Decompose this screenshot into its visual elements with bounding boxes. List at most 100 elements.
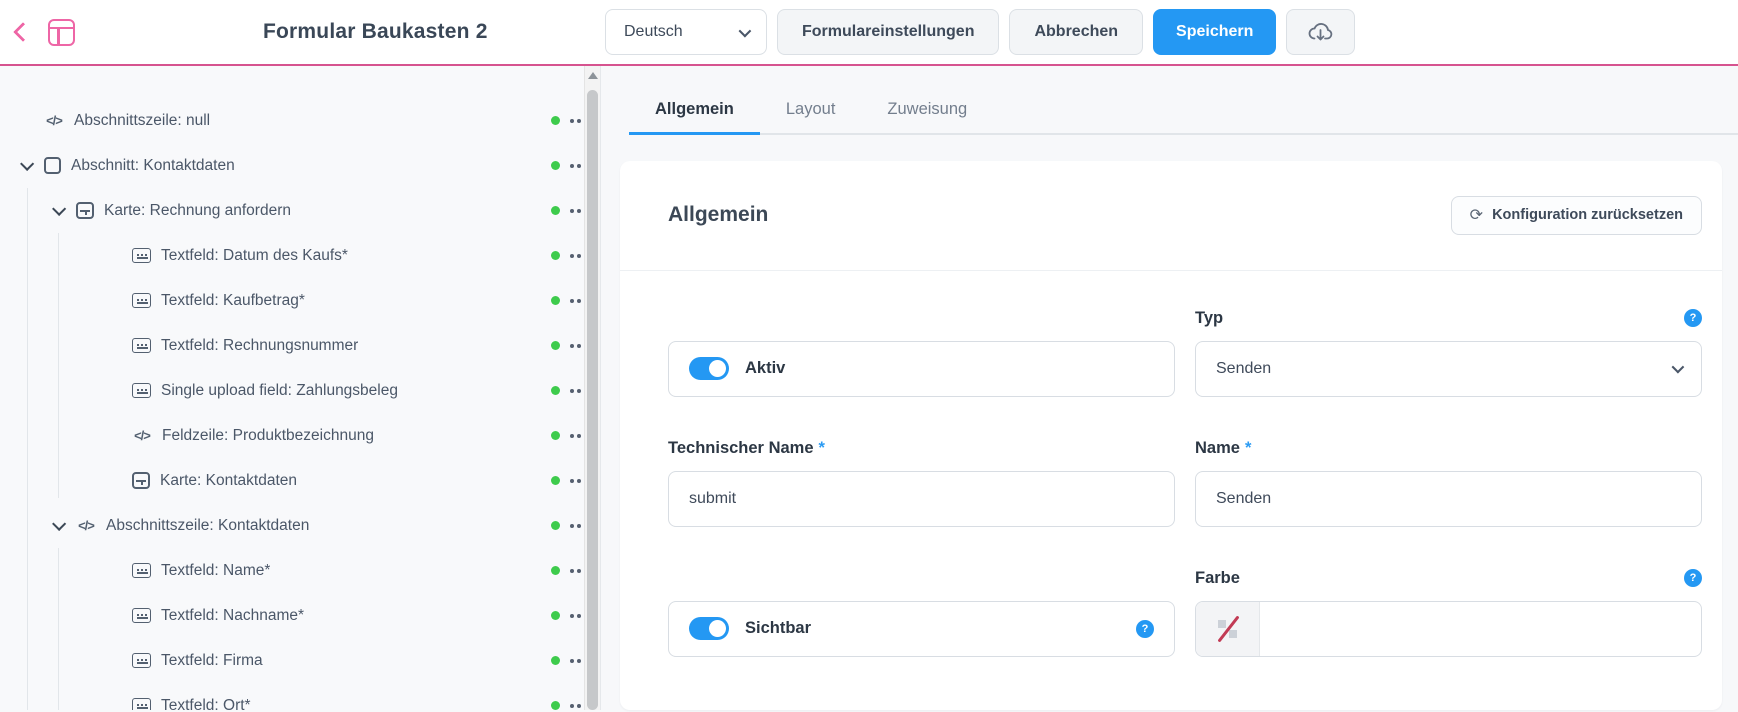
typ-select[interactable]: Senden: [1195, 341, 1702, 397]
tree-item[interactable]: Textfeld: Firma: [0, 638, 600, 683]
settings-card-header: Allgemein Konfiguration zurücksetzen: [620, 161, 1722, 271]
tree-item-icon: [132, 653, 151, 668]
tab-allgemein[interactable]: Allgemein: [629, 92, 760, 135]
status-dot: [551, 431, 560, 440]
tree-item-icon: [132, 563, 151, 578]
field-aktiv: Aktiv: [668, 309, 1175, 397]
status-dot: [551, 116, 560, 125]
page-title: Formular Baukasten 2: [263, 20, 488, 44]
settings-card: Allgemein Konfiguration zurücksetzen Akt…: [620, 161, 1722, 711]
tree-item[interactable]: Single upload field: Zahlungsbeleg: [0, 368, 600, 413]
toggle-knob: [709, 620, 726, 637]
sichtbar-help-icon[interactable]: [1136, 620, 1154, 638]
farbe-help-icon[interactable]: [1684, 569, 1702, 587]
tree-item[interactable]: Textfeld: Name*: [0, 548, 600, 593]
farbe-input[interactable]: [1195, 601, 1702, 657]
settings-form: Aktiv Typ Senden: [620, 271, 1722, 687]
export-button[interactable]: [1286, 9, 1355, 55]
tree-item-label: Feldzeile: Produktbezeichnung: [162, 427, 374, 445]
tree-item[interactable]: Textfeld: Ort*: [0, 683, 600, 710]
tree-item-label: Abschnittszeile: null: [74, 112, 210, 130]
sidebar-scrollbar[interactable]: [584, 66, 600, 710]
save-button[interactable]: Speichern: [1153, 9, 1276, 55]
form-builder-logo-icon[interactable]: [48, 19, 75, 46]
status-dot: [551, 476, 560, 485]
tab-zuweisung[interactable]: Zuweisung: [861, 92, 993, 133]
tree-item-icon: [132, 698, 151, 710]
technischer-name-input[interactable]: [668, 471, 1175, 527]
tree-item[interactable]: Karte: Kontaktdaten: [0, 458, 600, 503]
status-dot: [551, 206, 560, 215]
tree-item-icon: [132, 293, 151, 308]
typ-label: Typ: [1195, 309, 1223, 328]
status-dot: [551, 296, 560, 305]
typ-select-value: Senden: [1216, 360, 1271, 378]
chevron-down-icon[interactable]: [20, 156, 34, 170]
status-dot: [551, 566, 560, 575]
tree-item[interactable]: Abschnittszeile: null: [0, 98, 600, 143]
tree-item-icon: [132, 426, 152, 446]
aktiv-label: Aktiv: [745, 359, 785, 378]
tree-item[interactable]: Textfeld: Datum des Kaufs*: [0, 233, 600, 278]
language-select[interactable]: Deutsch: [605, 9, 767, 55]
back-chevron-icon[interactable]: [13, 22, 33, 42]
field-sichtbar: Sichtbar: [668, 569, 1175, 657]
tree-item[interactable]: Karte: Rechnung anfordern: [0, 188, 600, 233]
tree-item-icon: [76, 516, 96, 536]
tree-item-label: Abschnitt: Kontaktdaten: [71, 157, 235, 175]
status-dot: [551, 611, 560, 620]
language-select-value: Deutsch: [624, 23, 683, 41]
cancel-button[interactable]: Abbrechen: [1009, 9, 1143, 55]
tree-item-icon: [76, 202, 94, 219]
tab-bar: Allgemein Layout Zuweisung: [629, 66, 1738, 135]
field-farbe: Farbe: [1195, 569, 1702, 657]
color-swatch[interactable]: [1196, 602, 1260, 656]
tree-item-icon: [132, 248, 151, 263]
tree-item[interactable]: Abschnittszeile: Kontaktdaten: [0, 503, 600, 548]
tree-item[interactable]: Abschnitt: Kontaktdaten: [0, 143, 600, 188]
tree-item-label: Textfeld: Nachname*: [161, 607, 304, 625]
tab-layout[interactable]: Layout: [760, 92, 862, 133]
sichtbar-toggle[interactable]: [689, 617, 729, 640]
chevron-down-icon[interactable]: [52, 516, 66, 530]
toggle-knob: [709, 360, 726, 377]
scroll-up-arrow-icon[interactable]: [588, 72, 598, 79]
scrollbar-thumb[interactable]: [587, 90, 598, 710]
no-color-icon: [1217, 616, 1239, 642]
typ-help-icon[interactable]: [1684, 309, 1702, 327]
refresh-icon: [1470, 205, 1483, 225]
tree-item-icon: [44, 111, 64, 131]
status-dot: [551, 701, 560, 710]
technischer-name-label: Technischer Name: [668, 439, 814, 458]
tree-item[interactable]: Textfeld: Rechnungsnummer: [0, 323, 600, 368]
status-dot: [551, 161, 560, 170]
aktiv-toggle[interactable]: [689, 357, 729, 380]
chevron-down-icon: [1672, 361, 1685, 374]
tree-item-label: Textfeld: Firma: [161, 652, 263, 670]
required-mark: *: [1245, 439, 1251, 458]
reset-configuration-button[interactable]: Konfiguration zurücksetzen: [1451, 196, 1702, 235]
tree-item-icon: [132, 472, 150, 489]
header-actions: Deutsch Formulareinstellungen Abbrechen …: [605, 9, 1355, 55]
status-dot: [551, 656, 560, 665]
form-settings-button[interactable]: Formulareinstellungen: [777, 9, 999, 55]
tree-item-label: Single upload field: Zahlungsbeleg: [161, 382, 398, 400]
tree-item-label: Karte: Kontaktdaten: [160, 472, 297, 490]
status-dot: [551, 521, 560, 530]
tree-item-label: Karte: Rechnung anfordern: [104, 202, 291, 220]
tree-item-label: Textfeld: Kaufbetrag*: [161, 292, 305, 310]
tree-item[interactable]: Textfeld: Nachname*: [0, 593, 600, 638]
tree-item[interactable]: Feldzeile: Produktbezeichnung: [0, 413, 600, 458]
status-dot: [551, 341, 560, 350]
reset-configuration-label: Konfiguration zurücksetzen: [1492, 207, 1683, 223]
required-mark: *: [819, 439, 825, 458]
tree-item[interactable]: Textfeld: Kaufbetrag*: [0, 278, 600, 323]
sichtbar-box: Sichtbar: [668, 601, 1175, 657]
chevron-down-icon[interactable]: [52, 201, 66, 215]
cloud-download-icon: [1307, 20, 1334, 44]
status-dot: [551, 251, 560, 260]
tree-item-icon: [44, 157, 61, 174]
tree-item-icon: [132, 608, 151, 623]
tree-item-icon: [132, 338, 151, 353]
name-input[interactable]: [1195, 471, 1702, 527]
